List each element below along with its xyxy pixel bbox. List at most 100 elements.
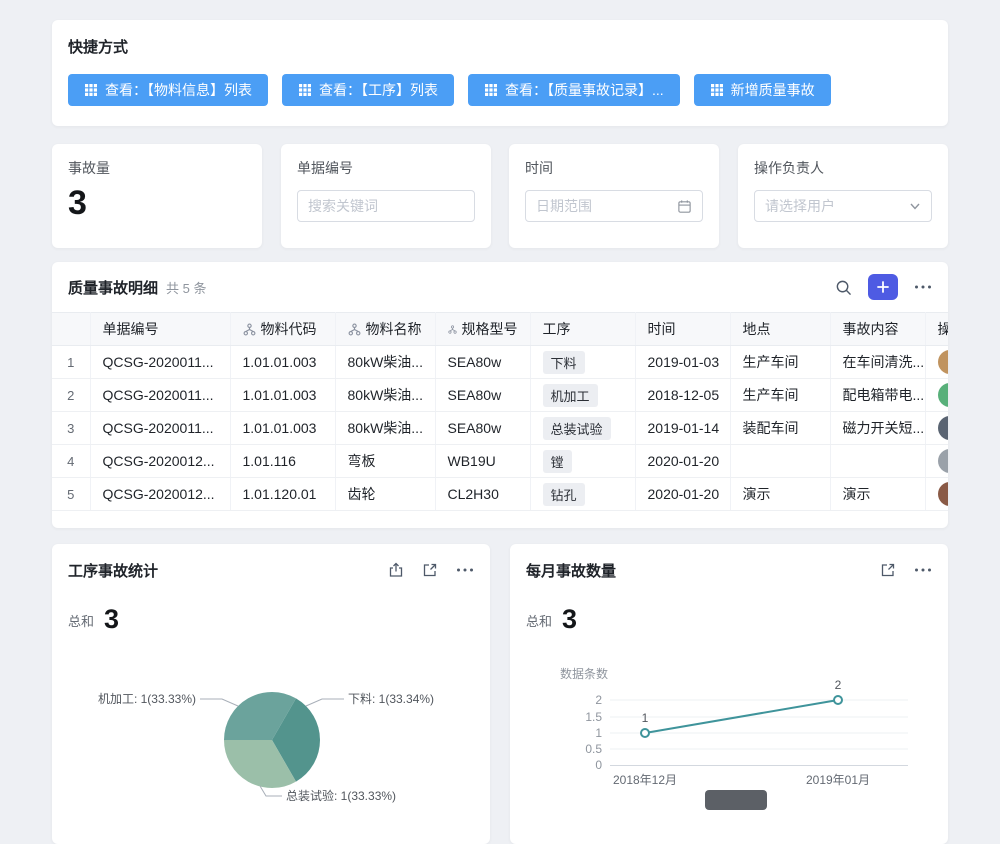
cell-place: 生产车间 — [730, 346, 830, 379]
line-card-toolbar — [880, 562, 932, 578]
table-header-bar: 质量事故明细 共 5 条 — [52, 262, 948, 312]
shortcut-button-process-list[interactable]: 查看：【工序】列表 — [282, 74, 454, 106]
doc-no-filter-label: 单据编号 — [297, 158, 475, 178]
cell-material-code: 1.01.01.003 — [230, 346, 335, 379]
expand-button[interactable] — [880, 562, 896, 578]
cell-material-code: 1.01.01.003 — [230, 379, 335, 412]
row-index: 3 — [52, 412, 90, 445]
shortcut-button-material-list[interactable]: 查看：【物料信息】列表 — [68, 74, 268, 106]
search-button[interactable] — [835, 279, 852, 296]
cell-time: 2019-01-03 — [635, 346, 730, 379]
more-actions-button[interactable] — [914, 567, 932, 573]
accident-count-label: 事故量 — [68, 158, 246, 178]
column-header-time: 时间 — [635, 313, 730, 346]
row-index: 4 — [52, 445, 90, 478]
y-tick: 1 — [595, 726, 602, 740]
column-header-label: 工序 — [543, 319, 571, 339]
lookup-icon — [348, 323, 361, 336]
cell-time: 2019-01-14 — [635, 412, 730, 445]
lookup-icon — [243, 323, 256, 336]
doc-no-search-field[interactable] — [297, 190, 475, 222]
cell-material-name: 80kW柴油... — [335, 346, 435, 379]
data-label-2: 2 — [835, 678, 842, 692]
avatar — [938, 482, 949, 506]
pie-chart: 机加工: 1(33.33%) 下料: 1(33.34%) 总装试验: 1(33.… — [52, 654, 490, 824]
cell-place — [730, 445, 830, 478]
y-tick: 0.5 — [585, 742, 602, 756]
cell-spec-model: CL2H30 — [435, 478, 530, 511]
accident-count-value: 3 — [68, 184, 246, 223]
table-header-row: 单据编号 物料代码 物料名称 规格型号 工序 时间 地点 事故内容 操作负责人 — [52, 313, 948, 346]
cell-spec-model: WB19U — [435, 445, 530, 478]
shortcut-button-accident-records[interactable]: 查看：【质量事故记录】... — [468, 74, 680, 106]
y-tick: 0 — [595, 758, 602, 772]
time-filter-card: 时间 日期范围 — [509, 144, 719, 248]
row-index: 5 — [52, 478, 90, 511]
operator-select[interactable]: 请选择用户 — [754, 190, 932, 222]
table-row[interactable]: 2 QCSG-2020011... 1.01.01.003 80kW柴油... … — [52, 379, 948, 412]
cell-process: 下料 — [530, 346, 635, 379]
grid-icon — [298, 83, 312, 97]
cell-process: 机加工 — [530, 379, 635, 412]
expand-icon — [880, 562, 896, 578]
column-header-process: 工序 — [530, 313, 635, 346]
grid-icon — [484, 83, 498, 97]
cell-doc-no: QCSG-2020011... — [90, 412, 230, 445]
column-header-place: 地点 — [730, 313, 830, 346]
add-record-button[interactable] — [868, 274, 898, 300]
y-tick: 1.5 — [585, 710, 602, 724]
process-tag: 总装试验 — [543, 417, 611, 440]
date-range-field[interactable]: 日期范围 — [525, 190, 703, 222]
more-icon — [456, 567, 474, 573]
data-label-1: 1 — [642, 711, 649, 725]
doc-no-search-input[interactable] — [308, 198, 464, 214]
cell-doc-no: QCSG-2020011... — [90, 346, 230, 379]
cell-content: 演示 — [830, 478, 925, 511]
pie-total-row: 总和 3 — [52, 596, 490, 635]
line-total-label: 总和 — [526, 611, 552, 635]
avatar — [938, 449, 949, 473]
process-tag: 机加工 — [543, 384, 598, 407]
row-index: 1 — [52, 346, 90, 379]
more-actions-button[interactable] — [456, 567, 474, 573]
shortcut-button-new-accident[interactable]: 新增质量事故 — [694, 74, 831, 106]
line-chart: 数据条数 2 1.5 1 0.5 0 1 2 2018年12月 2019年01月 — [510, 654, 948, 824]
pie-total-value: 3 — [104, 604, 119, 635]
export-icon — [388, 562, 404, 578]
accident-detail-card: 质量事故明细 共 5 条 单据编号 物料代码 — [52, 262, 948, 528]
x-tick: 2018年12月 — [613, 773, 677, 787]
cell-material-name: 齿轮 — [335, 478, 435, 511]
more-icon — [914, 284, 932, 290]
process-accident-stats-card: 工序事故统计 总和 3 机加工: 1(33.33%) 下料: 1(33.34%)… — [52, 544, 490, 844]
shortcut-button-label: 查看：【工序】列表 — [319, 80, 438, 100]
more-actions-button[interactable] — [914, 284, 932, 290]
y-axis-title: 数据条数 — [560, 666, 608, 681]
time-filter-label: 时间 — [525, 158, 703, 178]
cell-content: 磁力开关短... — [830, 412, 925, 445]
table-scroll-area[interactable]: 单据编号 物料代码 物料名称 规格型号 工序 时间 地点 事故内容 操作负责人 … — [52, 312, 948, 528]
table-row[interactable]: 1 QCSG-2020011... 1.01.01.003 80kW柴油... … — [52, 346, 948, 379]
table-row[interactable]: 4 QCSG-2020012... 1.01.116 弯板 WB19U 镗 20… — [52, 445, 948, 478]
data-point-2[interactable] — [834, 696, 842, 704]
cell-doc-no: QCSG-2020012... — [90, 478, 230, 511]
y-tick: 2 — [595, 693, 602, 707]
pie-label-bottom: 总装试验: 1(33.33%) — [286, 788, 396, 803]
cell-process: 镗 — [530, 445, 635, 478]
expand-button[interactable] — [422, 562, 438, 578]
pie-total-label: 总和 — [68, 611, 94, 635]
shortcuts-title: 快捷方式 — [68, 36, 932, 57]
table-row[interactable]: 3 QCSG-2020011... 1.01.01.003 80kW柴油... … — [52, 412, 948, 445]
column-header-label: 单据编号 — [103, 319, 159, 339]
chart-footer-pill[interactable] — [705, 790, 767, 810]
column-header-content: 事故内容 — [830, 313, 925, 346]
process-tag: 下料 — [543, 351, 585, 374]
line-card-header: 每月事故数量 — [510, 544, 948, 596]
export-button[interactable] — [388, 562, 404, 578]
column-header-operator: 操作负责人 — [925, 313, 948, 346]
data-point-1[interactable] — [641, 729, 649, 737]
search-icon — [835, 279, 852, 296]
table-row[interactable]: 5 QCSG-2020012... 1.01.120.01 齿轮 CL2H30 … — [52, 478, 948, 511]
cell-operator — [925, 445, 948, 478]
cell-time: 2020-01-20 — [635, 478, 730, 511]
pie-label-right: 下料: 1(33.34%) — [348, 692, 434, 706]
